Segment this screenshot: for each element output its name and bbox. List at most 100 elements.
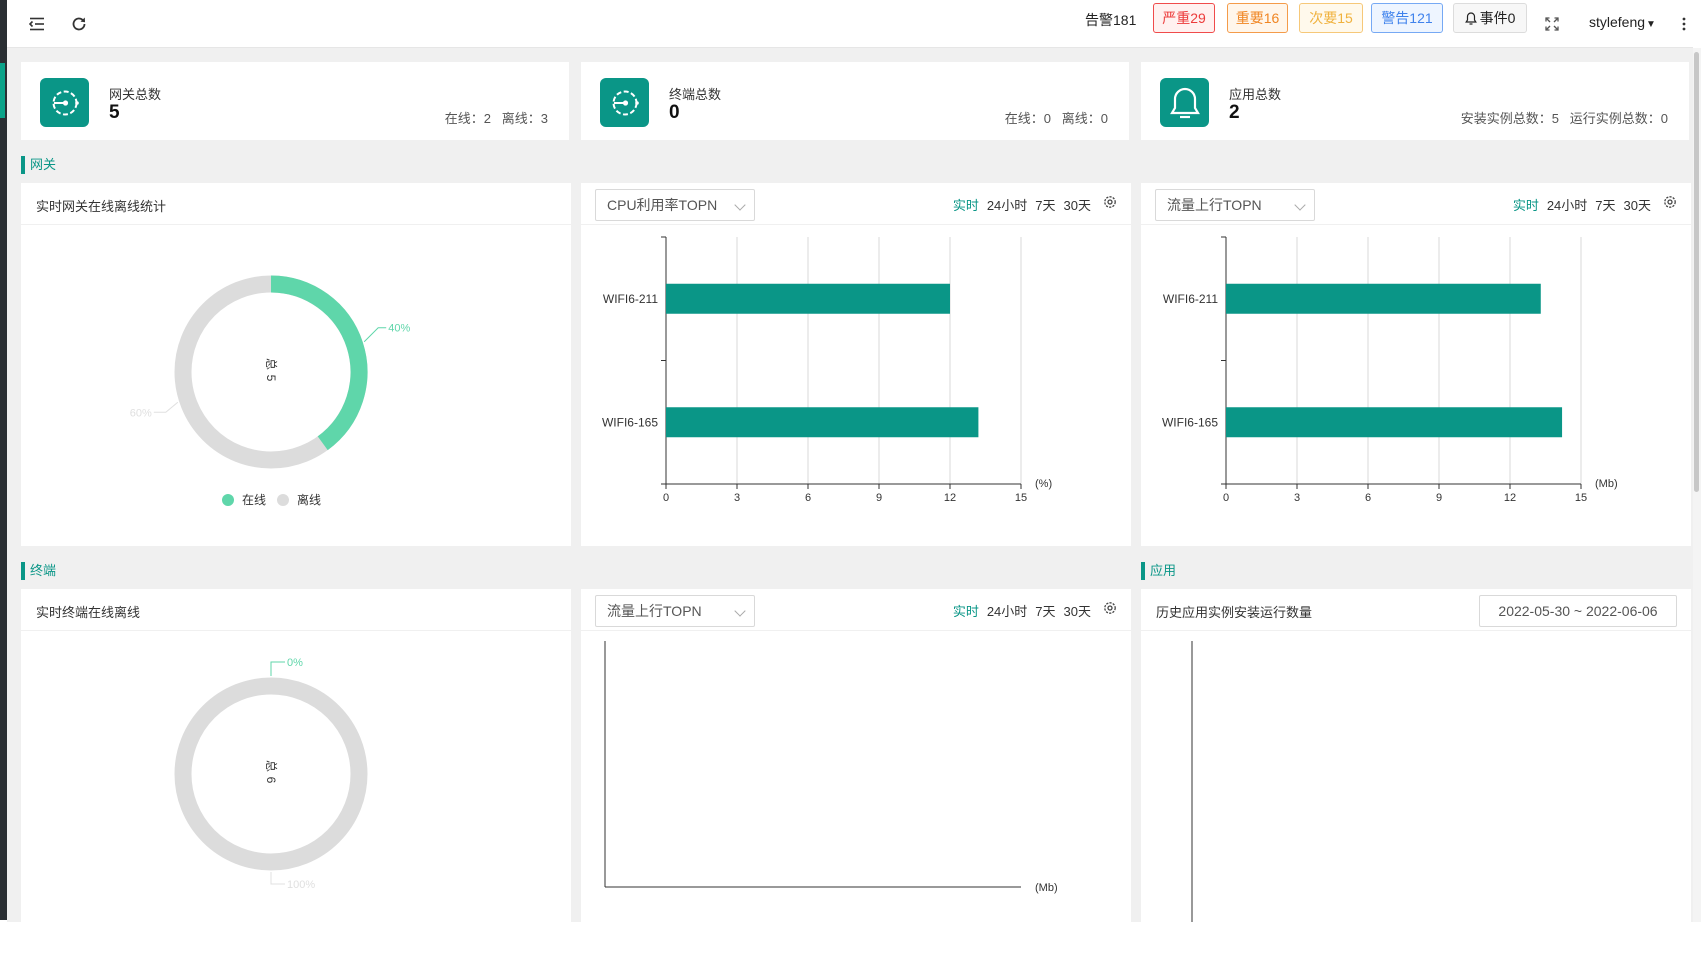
gear-icon[interactable] [1102, 194, 1118, 210]
cpu-metric-dropdown[interactable]: CPU利用率TOPN [595, 189, 755, 221]
panel-header: 实时终端在线离线 [21, 589, 571, 631]
page-bottom [0, 922, 1701, 960]
bar-wifi6-211 [666, 283, 950, 314]
tab-realtime[interactable]: 实时 [953, 195, 979, 214]
cpu-bar-chart: 0 3 6 9 12 15 WIFI6-211 WIFI6-165 (%) [602, 236, 1052, 504]
terminal-donut-title: 实时终端在线离线 [36, 605, 141, 620]
tab-30d[interactable]: 30天 [1064, 195, 1091, 214]
alarm-critical-badge[interactable]: 严重29 [1153, 3, 1215, 33]
refresh-icon[interactable] [66, 11, 92, 37]
alarm-major-badge[interactable]: 重要16 [1227, 3, 1288, 33]
tab-30d[interactable]: 30天 [1624, 195, 1651, 214]
app-history-panel: 历史应用实例安装运行数量 2022-05-30 ~ 2022-06-06 [1141, 589, 1691, 929]
y-category-label: WIFI6-165 [1162, 415, 1218, 429]
app-history-chart [1191, 641, 1193, 929]
fullscreen-icon[interactable] [1539, 11, 1565, 37]
terminal-online-offline: 在线：0 离线：0 [1004, 111, 1108, 126]
section-app: 应用 [1141, 562, 1176, 580]
scrollbar-thumb[interactable] [1694, 52, 1699, 492]
leader-line-online [270, 661, 285, 676]
alarm-total[interactable]: 告警181 [1085, 10, 1136, 30]
x-unit-label: (Mb) [1595, 478, 1618, 490]
x-tick-label: 9 [876, 492, 882, 504]
section-terminal: 终端 [21, 562, 56, 580]
donut-slice-offline [174, 677, 368, 871]
flow-bar-chart: 0 3 6 9 12 15 WIFI6-211 WIFI6-165 (Mb) [1162, 236, 1618, 504]
bell-icon [1464, 11, 1477, 25]
x-tick-label: 15 [1015, 492, 1027, 504]
x-tick-label: 15 [1575, 492, 1587, 504]
tab-7d[interactable]: 7天 [1035, 601, 1055, 620]
tab-realtime[interactable]: 实时 [953, 601, 979, 620]
pct-label-online: 40% [388, 323, 410, 335]
menu-fold-icon[interactable] [24, 11, 50, 37]
terminal-donut-chart: 总 6 0% 100% [174, 657, 368, 891]
chevron-down-icon [1294, 199, 1306, 211]
x-tick-label: 3 [1294, 492, 1300, 504]
panel-header: 实时网关在线离线统计 [21, 183, 571, 225]
gateway-online-offline: 在线：2 离线：3 [444, 111, 548, 126]
dropdown-value: 流量上行TOPN [1167, 197, 1262, 213]
flow-metric-dropdown[interactable]: 流量上行TOPN [1155, 189, 1315, 221]
donut-center-label: 总 [264, 760, 278, 772]
x-tick-label: 0 [663, 492, 669, 504]
tab-24h[interactable]: 24小时 [987, 601, 1027, 620]
caret-down-icon: ▼ [1646, 19, 1656, 30]
top-bar: 告警181 严重29 重要16 次要15 警告121 事件0 stylefeng… [7, 0, 1693, 48]
user-menu[interactable]: stylefeng▼ [1589, 14, 1656, 30]
x-tick-label: 9 [1436, 492, 1442, 504]
vertical-scrollbar[interactable] [1693, 48, 1701, 922]
bar-wifi6-165 [666, 407, 979, 438]
terminal-time-tabs: 实时 24小时 7天 30天 [953, 601, 1091, 620]
tab-realtime[interactable]: 实时 [1513, 195, 1539, 214]
gateway-dial-icon [40, 78, 89, 127]
left-nav-strip [0, 0, 7, 920]
user-name: stylefeng [1589, 14, 1646, 30]
gateway-total-value: 5 [109, 102, 120, 123]
leader-line-offline [153, 401, 179, 413]
x-tick-label: 6 [805, 492, 811, 504]
gateway-total-card[interactable]: 网关总数 5 在线：2 离线：3 [21, 62, 569, 140]
pct-label-offline: 100% [287, 879, 315, 891]
gateway-donut-panel: 实时网关在线离线统计 总 5 40% 60% 在线 离线 [21, 183, 571, 546]
panel-header: 流量上行TOPN 实时 24小时 7天 30天 [581, 589, 1131, 631]
donut-center-label: 总 [264, 358, 278, 370]
events-badge[interactable]: 事件0 [1453, 3, 1527, 33]
terminal-total-card[interactable]: 终端总数 0 在线：0 离线：0 [581, 62, 1129, 140]
cpu-time-tabs: 实时 24小时 7天 30天 [953, 195, 1091, 214]
dashboard-content: 网关总数 5 在线：2 离线：3 终端总数 0 在线：0 离线：0 应用总数 2… [7, 48, 1693, 929]
app-total-card[interactable]: 应用总数 2 安装实例总数：5 运行实例总数：0 [1141, 62, 1689, 140]
alarm-minor-badge[interactable]: 次要15 [1299, 3, 1363, 33]
x-tick-label: 0 [1223, 492, 1229, 504]
leader-line-online [363, 327, 387, 343]
legend-label-online: 在线 [242, 493, 266, 507]
tab-7d[interactable]: 7天 [1035, 195, 1055, 214]
date-range-picker[interactable]: 2022-05-30 ~ 2022-06-06 [1479, 595, 1677, 627]
gear-icon[interactable] [1662, 194, 1678, 210]
app-history-title: 历史应用实例安装运行数量 [1156, 605, 1313, 620]
gear-icon[interactable] [1102, 600, 1118, 616]
terminal-flow-panel: 流量上行TOPN 实时 24小时 7天 30天 (Mb) [581, 589, 1131, 929]
x-tick-label: 6 [1365, 492, 1371, 504]
y-category-label: WIFI6-211 [1163, 292, 1218, 306]
tab-24h[interactable]: 24小时 [987, 195, 1027, 214]
tab-24h[interactable]: 24小时 [1547, 195, 1587, 214]
tab-30d[interactable]: 30天 [1064, 601, 1091, 620]
bar-wifi6-211 [1226, 283, 1541, 314]
terminal-dial-icon [600, 78, 649, 127]
gateway-donut-chart: 总 5 40% 60% 在线 离线 [130, 275, 410, 507]
terminal-flow-dropdown[interactable]: 流量上行TOPN [595, 595, 755, 627]
nav-active-indicator [0, 63, 5, 118]
tab-7d[interactable]: 7天 [1595, 195, 1615, 214]
chevron-down-icon [734, 199, 746, 211]
more-vertical-icon[interactable] [1677, 11, 1691, 37]
terminal-flow-chart: (Mb) [604, 641, 1058, 894]
dropdown-value: 流量上行TOPN [607, 603, 702, 619]
terminal-total-value: 0 [669, 102, 680, 123]
y-category-label: WIFI6-211 [603, 292, 658, 306]
gateway-total-title: 网关总数 [109, 87, 162, 102]
cpu-topn-panel: CPU利用率TOPN 实时 24小时 7天 30天 0 3 6 9 12 15 WIFI6-… [581, 183, 1131, 546]
flow-topn-panel: 流量上行TOPN 实时 24小时 7天 30天 0 3 6 9 12 15 WIFI6-21… [1141, 183, 1691, 546]
gateway-donut-title: 实时网关在线离线统计 [36, 199, 167, 214]
alarm-warning-badge[interactable]: 警告121 [1371, 3, 1443, 33]
